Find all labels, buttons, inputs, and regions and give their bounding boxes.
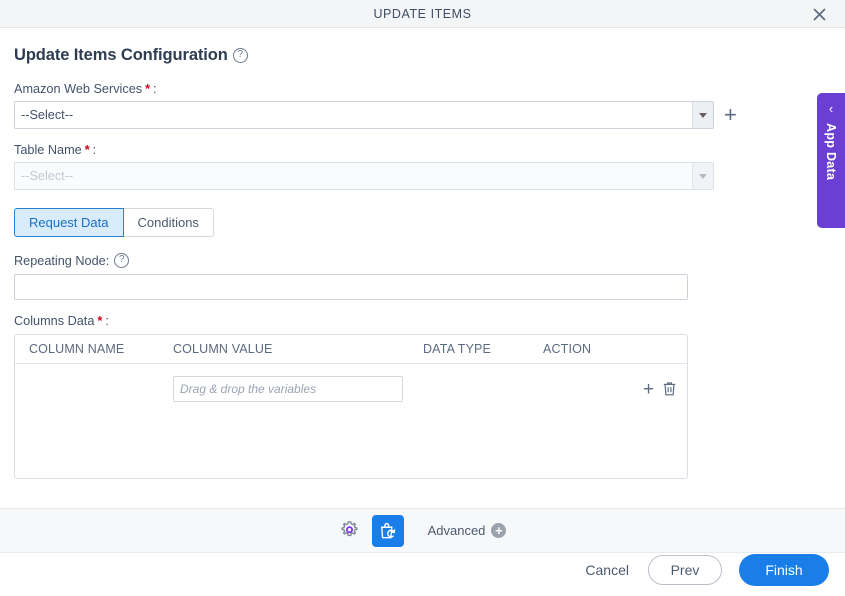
table-name-field-label: Table Name * : bbox=[14, 143, 831, 157]
app-data-tab[interactable]: ‹ App Data bbox=[817, 93, 845, 228]
dialog-content: Update Items Configuration ? Amazon Web … bbox=[0, 46, 845, 518]
table-row: + bbox=[15, 364, 687, 414]
update-items-button[interactable] bbox=[371, 514, 404, 547]
chevron-down-icon bbox=[699, 173, 707, 179]
delete-row-icon[interactable] bbox=[662, 381, 677, 397]
repeating-node-input[interactable] bbox=[14, 274, 688, 300]
advanced-label: Advanced bbox=[427, 523, 486, 538]
add-row-icon[interactable]: + bbox=[643, 380, 654, 399]
dialog-actions: Cancel Prev Finish bbox=[583, 554, 829, 586]
tab-conditions-label: Conditions bbox=[137, 215, 199, 230]
table-name-select-value: --Select-- bbox=[21, 169, 74, 183]
chevron-down-icon bbox=[699, 112, 707, 118]
plus-circle-icon: + bbox=[491, 523, 507, 538]
page-title: Update Items Configuration ? bbox=[14, 46, 831, 65]
aws-label-colon: : bbox=[153, 82, 157, 96]
page-title-text: Update Items Configuration bbox=[14, 46, 228, 64]
aws-required-marker: * bbox=[145, 82, 151, 96]
aws-select-arrow[interactable] bbox=[692, 102, 713, 128]
columns-data-label-colon: : bbox=[105, 314, 109, 328]
table-name-field-row: --Select-- bbox=[14, 162, 831, 190]
table-header-column-value: COLUMN VALUE bbox=[173, 342, 273, 356]
columns-data-label: Columns Data * : bbox=[14, 314, 831, 328]
table-name-select[interactable]: --Select-- bbox=[14, 162, 714, 190]
tab-request-data-label: Request Data bbox=[29, 215, 109, 230]
update-items-icon bbox=[380, 522, 395, 538]
table-name-select-arrow[interactable] bbox=[692, 163, 713, 189]
table-header-row: COLUMN NAME COLUMN VALUE DATA TYPE ACTIO… bbox=[15, 335, 687, 364]
tab-bar: Request Data Conditions bbox=[14, 208, 831, 237]
columns-data-required-marker: * bbox=[97, 314, 103, 328]
table-header-action: ACTION bbox=[543, 342, 592, 356]
table-name-label-colon: : bbox=[92, 143, 97, 157]
gear-icon bbox=[340, 521, 358, 537]
repeating-node-label: Repeating Node: ? bbox=[14, 253, 831, 268]
close-button[interactable] bbox=[803, 0, 835, 28]
cell-column-value bbox=[159, 376, 409, 402]
cell-action: + bbox=[529, 380, 677, 399]
aws-field-label: Amazon Web Services * : bbox=[14, 82, 831, 96]
aws-select-value: --Select-- bbox=[21, 108, 74, 122]
repeating-node-help-icon[interactable]: ? bbox=[114, 253, 130, 268]
columns-data-table: COLUMN NAME COLUMN VALUE DATA TYPE ACTIO… bbox=[14, 334, 688, 479]
finish-button[interactable]: Finish bbox=[739, 554, 829, 586]
table-header-data-type: DATA TYPE bbox=[423, 342, 492, 356]
columns-data-label-text: Columns Data bbox=[14, 314, 95, 328]
prev-button[interactable]: Prev bbox=[648, 555, 722, 585]
window-title: UPDATE ITEMS bbox=[373, 6, 472, 21]
table-header-column-name: COLUMN NAME bbox=[29, 342, 125, 356]
page-help-icon[interactable]: ? bbox=[232, 48, 248, 63]
table-name-required-marker: * bbox=[84, 143, 90, 157]
tab-request-data[interactable]: Request Data bbox=[14, 208, 124, 237]
table-name-label-text: Table Name bbox=[14, 143, 82, 157]
row-action-group: + bbox=[643, 380, 677, 399]
chevron-left-icon: ‹ bbox=[828, 101, 834, 116]
cancel-button[interactable]: Cancel bbox=[583, 558, 631, 582]
aws-field-row: --Select-- + bbox=[14, 101, 831, 129]
advanced-button[interactable]: Advanced + bbox=[428, 523, 507, 538]
tab-conditions[interactable]: Conditions bbox=[123, 208, 214, 237]
repeating-node-label-text: Repeating Node: bbox=[14, 253, 110, 268]
window-titlebar: UPDATE ITEMS bbox=[0, 0, 845, 28]
aws-select[interactable]: --Select-- bbox=[14, 101, 714, 129]
close-icon bbox=[813, 8, 825, 20]
footer-toolbar: Advanced + bbox=[0, 508, 845, 553]
app-data-tab-label: App Data bbox=[824, 123, 838, 181]
add-aws-account-button[interactable]: + bbox=[724, 104, 737, 126]
settings-button[interactable] bbox=[339, 520, 360, 541]
aws-label-text: Amazon Web Services bbox=[14, 82, 143, 96]
column-value-input[interactable] bbox=[173, 376, 403, 402]
